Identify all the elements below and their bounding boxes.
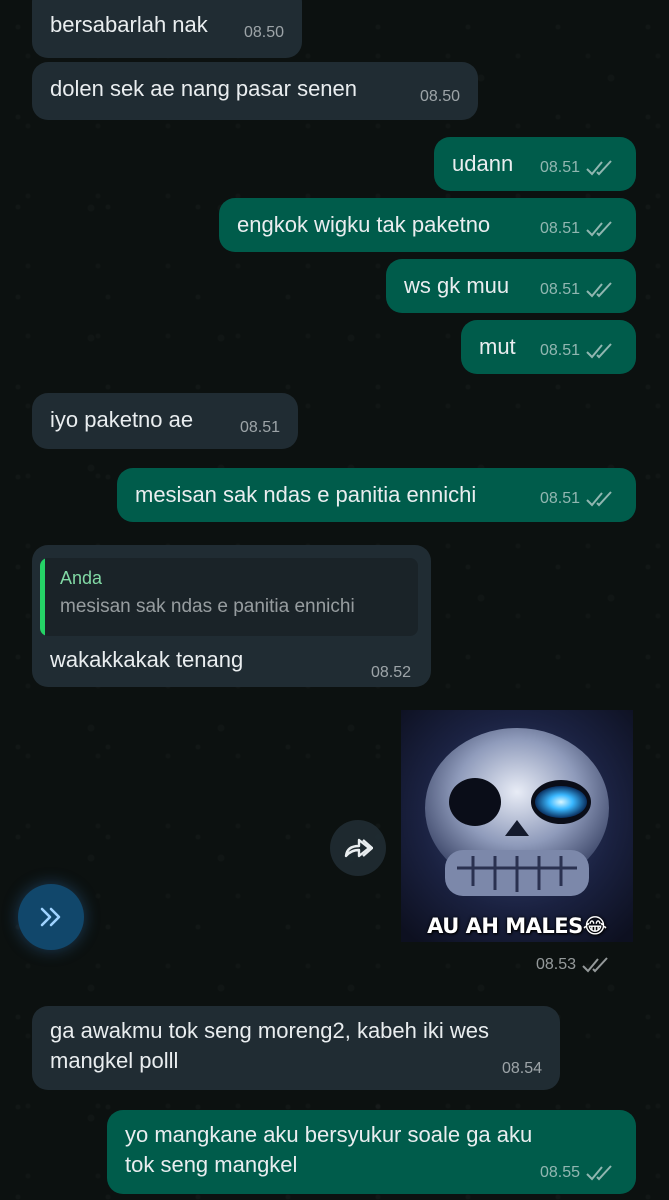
double-check-icon bbox=[582, 957, 608, 973]
double-check-icon bbox=[586, 282, 612, 298]
message-time: 08.51 bbox=[539, 281, 580, 298]
message-outgoing[interactable]: ws gk muu 08.51 bbox=[386, 259, 636, 313]
forward-icon bbox=[344, 838, 373, 858]
message-meta: 08.51 bbox=[540, 336, 618, 366]
message-text: dolen sek ae nang pasar senen bbox=[50, 76, 358, 101]
sticker-caption: AU AH MALES😂 bbox=[427, 914, 607, 938]
quote-accent-bar bbox=[40, 558, 45, 636]
message-time: 08.50 bbox=[419, 88, 460, 105]
message-time: 08.51 bbox=[539, 342, 580, 359]
message-text: ws gk muu bbox=[404, 273, 510, 298]
message-meta: 08.53 bbox=[536, 956, 614, 974]
message-text: bersabarlah nak bbox=[50, 12, 208, 37]
double-check-icon bbox=[586, 1165, 612, 1181]
message-time: 08.51 bbox=[239, 419, 280, 436]
quoted-message[interactable]: Anda mesisan sak ndas e panitia ennichi bbox=[40, 558, 418, 636]
message-outgoing[interactable]: yo mangkane aku bersyukur soale ga aku t… bbox=[107, 1110, 636, 1194]
message-text: ga awakmu tok seng moreng2, kabeh iki we… bbox=[50, 1018, 490, 1073]
message-outgoing[interactable]: mesisan sak ndas e panitia ennichi 08.51 bbox=[117, 468, 636, 522]
message-time: 08.54 bbox=[501, 1060, 542, 1077]
message-time: 08.50 bbox=[243, 24, 284, 41]
message-outgoing[interactable]: engkok wigku tak paketno 08.51 bbox=[219, 198, 636, 252]
skull-image bbox=[401, 710, 633, 942]
scroll-down-button[interactable] bbox=[18, 884, 84, 950]
message-text: yo mangkane aku bersyukur soale ga aku t… bbox=[125, 1122, 533, 1177]
double-check-icon bbox=[586, 491, 612, 507]
double-check-icon bbox=[586, 160, 612, 176]
double-check-icon bbox=[586, 343, 612, 359]
message-meta: 08.51 bbox=[540, 484, 618, 514]
message-incoming[interactable]: iyo paketno ae 08.51 bbox=[32, 393, 298, 449]
message-time: 08.51 bbox=[539, 159, 580, 176]
message-text: iyo paketno ae bbox=[50, 407, 194, 432]
message-time: 08.51 bbox=[539, 220, 580, 237]
message-text: wakakkakak tenang bbox=[50, 647, 244, 672]
message-text: mesisan sak ndas e panitia ennichi bbox=[135, 482, 477, 507]
message-text: udann bbox=[452, 151, 514, 176]
sticker-image[interactable]: AU AH MALES😂 bbox=[401, 710, 633, 942]
message-text: mut bbox=[479, 334, 516, 359]
message-meta: 08.51 bbox=[540, 275, 618, 305]
message-text: engkok wigku tak paketno bbox=[237, 212, 491, 237]
message-time: 08.55 bbox=[539, 1164, 580, 1181]
quote-author: Anda bbox=[60, 568, 103, 588]
message-time: 08.52 bbox=[371, 664, 412, 681]
double-check-icon bbox=[586, 221, 612, 237]
quote-text: mesisan sak ndas e panitia ennichi bbox=[60, 596, 355, 617]
message-outgoing[interactable]: udann 08.51 bbox=[434, 137, 636, 191]
message-incoming[interactable]: ga awakmu tok seng moreng2, kabeh iki we… bbox=[32, 1006, 560, 1090]
message-incoming[interactable]: bersabarlah nak 08.50 bbox=[32, 0, 302, 58]
message-time: 08.51 bbox=[539, 490, 580, 507]
message-time: 08.53 bbox=[536, 956, 577, 973]
message-meta: 08.51 bbox=[540, 153, 618, 183]
forward-button[interactable] bbox=[330, 820, 386, 876]
message-meta: 08.55 bbox=[540, 1158, 618, 1188]
double-chevron-right-icon bbox=[40, 907, 61, 927]
message-incoming[interactable]: dolen sek ae nang pasar senen 08.50 bbox=[32, 62, 478, 120]
message-meta: 08.51 bbox=[540, 214, 618, 244]
message-outgoing[interactable]: mut 08.51 bbox=[461, 320, 636, 374]
